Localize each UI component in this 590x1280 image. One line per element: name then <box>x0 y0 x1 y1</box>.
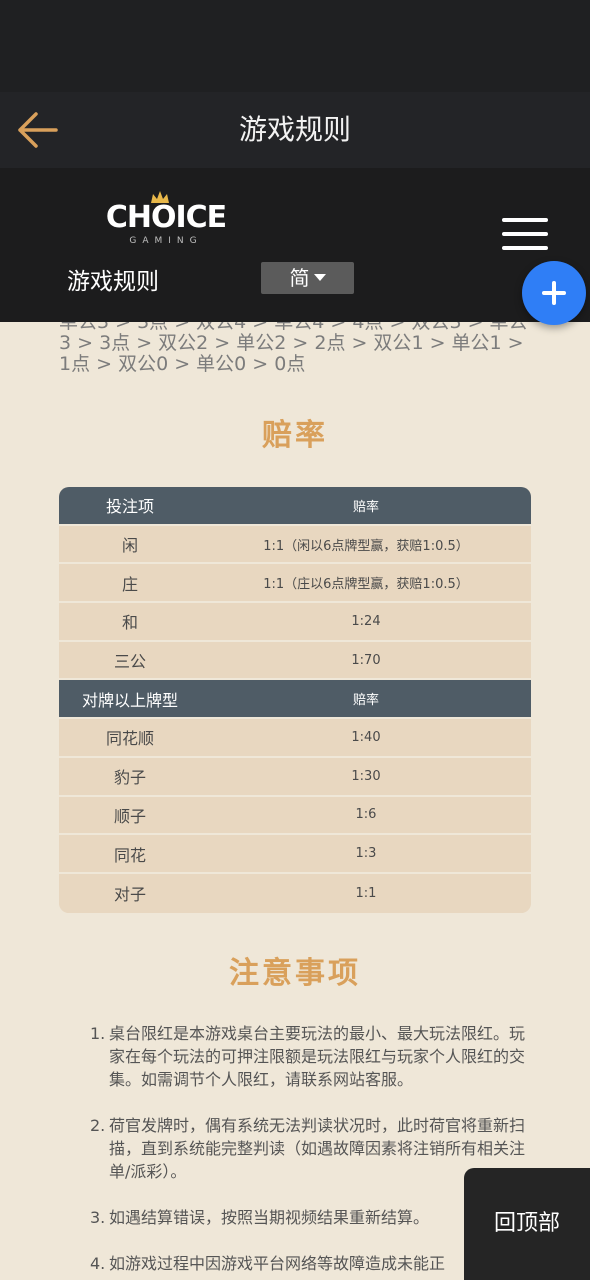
arrow-left-icon <box>18 112 58 148</box>
bet-name: 同花顺 <box>105 729 154 749</box>
bet-odds: 1:1（庄以6点牌型赢，获赔1:0.5） <box>263 577 469 593</box>
bet-name: 豹子 <box>113 768 146 788</box>
table-row: 三公 1:70 <box>59 641 531 681</box>
bet-odds: 1:6 <box>355 807 377 823</box>
table-header-row: 投注项 赔率 <box>59 487 531 526</box>
note-text: 如遇结算错误，按照当期视频结果重新结算。 <box>109 1208 430 1227</box>
bet-odds: 1:3 <box>355 846 377 862</box>
bet-odds: 1:1 <box>355 885 377 901</box>
table-row: 同花 1:3 <box>59 835 531 874</box>
back-to-top-button[interactable]: 回顶部 <box>464 1168 590 1280</box>
bet-odds: 1:24 <box>351 613 381 629</box>
bet-name: 庄 <box>121 574 138 594</box>
bet-odds: 1:30 <box>351 768 381 784</box>
site-header: CHOICE GAMING 游戏规则 简 <box>0 168 590 322</box>
bet-odds: 1:1（闲以6点牌型赢，获赔1:0.5） <box>263 538 469 554</box>
header-label: 游戏规则 <box>67 269 159 295</box>
bet-name: 和 <box>121 613 138 633</box>
notes-section-title: 注意事项 <box>229 956 361 991</box>
header-bet-item: 投注项 <box>105 497 154 517</box>
hamburger-menu-icon[interactable] <box>500 218 550 252</box>
table-row: 豹子 1:30 <box>59 757 531 797</box>
bet-name: 闲 <box>121 536 138 556</box>
note-text: 桌台限红是本游戏桌台主要玩法的最小、最大玩法限红。玩家在每个玩法的可押注限额是玩… <box>109 1024 526 1089</box>
table-row: 对子 1:1 <box>59 873 531 913</box>
odds-table: 投注项 赔率 闲 1:1（闲以6点牌型赢，获赔1:0.5） 庄 1:1（庄以6点… <box>59 487 531 913</box>
status-bar <box>0 0 590 92</box>
bet-name: 顺子 <box>113 806 146 826</box>
choice-gaming-logo[interactable]: CHOICE GAMING <box>104 191 228 250</box>
logo-subtext: GAMING <box>129 236 203 246</box>
note-number: 3. <box>90 1208 106 1227</box>
rules-content[interactable]: 单公3 > 3点 > 双公4 > 单公4 > 4点 > 双公3 > 单公3 > … <box>0 322 590 1280</box>
back-button[interactable] <box>14 110 60 150</box>
table-row: 顺子 1:6 <box>59 796 531 836</box>
hand-ranking-text: 单公3 > 3点 > 双公4 > 单公4 > 4点 > 双公3 > 单公3 > … <box>59 322 528 375</box>
note-text: 如游戏过程中因游戏平台网络等故障造成未能正 <box>109 1254 446 1273</box>
header-odds: 赔率 <box>352 499 379 515</box>
language-value: 简 <box>289 266 310 290</box>
header-odds: 赔率 <box>352 693 379 709</box>
list-item: 1. 桌台限红是本游戏桌台主要玩法的最小、最大玩法限红。玩家在每个玩法的可押注限… <box>90 1022 540 1091</box>
table-row: 同花顺 1:40 <box>59 719 531 758</box>
note-text: 荷官发牌时，偶有系统无法判读状况时，此时荷官将重新扫描，直到系统能完整判读（如遇… <box>109 1116 526 1181</box>
language-select[interactable]: 简 <box>261 262 354 294</box>
page-title: 游戏规则 <box>238 113 351 146</box>
add-button[interactable] <box>522 261 586 325</box>
logo-text: CHOICE <box>105 200 227 235</box>
table-header-row: 对牌以上牌型 赔率 <box>59 680 531 720</box>
table-row: 和 1:24 <box>59 603 531 642</box>
caret-down-icon <box>313 274 326 281</box>
nav-bar: 游戏规则 <box>0 92 590 168</box>
bet-name: 同花 <box>113 845 146 865</box>
note-number: 2. <box>90 1116 106 1135</box>
header-hand-type: 对牌以上牌型 <box>81 690 178 710</box>
bet-name: 对子 <box>113 885 146 905</box>
odds-section-title: 赔率 <box>262 418 328 453</box>
bet-odds: 1:70 <box>351 652 381 668</box>
note-number: 4. <box>90 1254 106 1273</box>
note-number: 1. <box>90 1024 106 1043</box>
bet-name: 三公 <box>113 652 146 672</box>
bet-odds: 1:40 <box>351 729 381 745</box>
table-row: 庄 1:1（庄以6点牌型赢，获赔1:0.5） <box>59 564 531 604</box>
table-row: 闲 1:1（闲以6点牌型赢，获赔1:0.5） <box>59 525 531 565</box>
